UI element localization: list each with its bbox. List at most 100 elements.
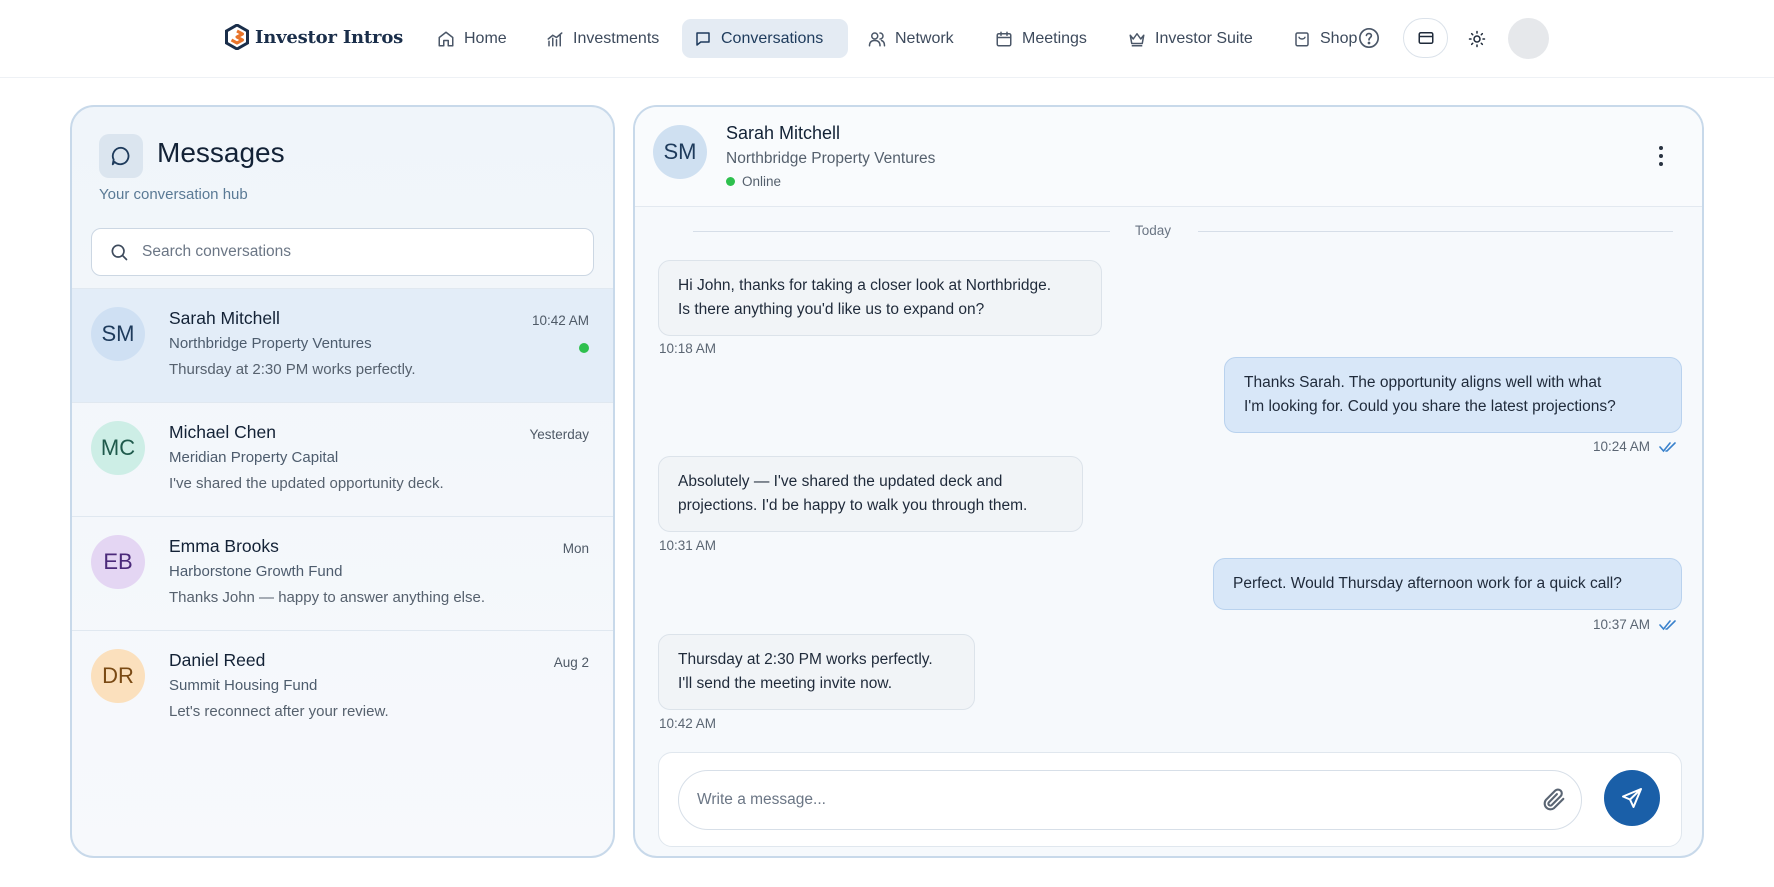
conversation-item[interactable]: DR Daniel Reed Summit Housing Fund Let's… [72, 630, 613, 744]
contact-avatar: SM [653, 125, 707, 179]
contact-company: Meridian Property Capital [169, 449, 339, 466]
avatar: SM [91, 307, 145, 361]
billing-button[interactable] [1403, 18, 1448, 58]
chat-contact-status: Online [726, 174, 781, 189]
nav-investments-label: Investments [573, 29, 660, 47]
time-label: 10:31 AM [659, 538, 717, 553]
search-box[interactable] [91, 228, 594, 276]
message-preview: Let's reconnect after your review. [169, 703, 389, 720]
incoming-message: Absolutely — I've shared the updated dec… [658, 456, 1083, 532]
message-time: 10:37 AM [1593, 617, 1677, 632]
double-check-icon [1659, 441, 1676, 452]
send-button[interactable] [1604, 770, 1660, 826]
double-check-icon [1659, 619, 1676, 630]
message-time: 10:31 AM [659, 538, 716, 553]
chat-panel: SM Sarah Mitchell Northbridge Property V… [633, 105, 1704, 858]
attach-button[interactable] [1540, 786, 1568, 814]
sun-icon [1468, 30, 1486, 48]
chat-icon [696, 31, 710, 46]
profile-avatar[interactable] [1508, 18, 1549, 59]
contact-name: Michael Chen [169, 422, 276, 442]
message-line: I'll send the meeting invite now. [678, 675, 893, 692]
message-line: I'm looking for. Could you share the lat… [1244, 398, 1616, 415]
nav-conversations-label: Conversations [721, 29, 824, 47]
chat-contact-name: Sarah Mitchell [726, 123, 841, 143]
message-preview: Thanks John — happy to answer anything e… [169, 589, 486, 606]
app-name: Investor Intros [255, 26, 404, 48]
contact-company: Harborstone Growth Fund [169, 563, 343, 580]
credit-card-icon [1418, 32, 1433, 44]
home-icon [438, 31, 454, 46]
contact-name: Daniel Reed [169, 650, 266, 670]
outgoing-message: Thanks Sarah. The opportunity aligns wel… [1224, 357, 1682, 433]
paperclip-icon [1543, 788, 1565, 811]
avatar: MC [91, 421, 145, 475]
search-icon [111, 244, 128, 261]
message-time: 10:42 AM [659, 716, 716, 731]
status-label: Online [742, 174, 782, 189]
message-input[interactable] [697, 791, 1517, 809]
contact-company: Summit Housing Fund [169, 677, 318, 694]
contact-name: Sarah Mitchell [169, 308, 280, 328]
messages-sidebar: Messages Your conversation hub SM Sarah … [70, 105, 615, 858]
nav-network[interactable]: Network [856, 19, 966, 58]
nav-meetings[interactable]: Meetings [983, 19, 1099, 58]
app-logo[interactable]: Investor Intros [225, 24, 403, 50]
time-label: 10:24 AM [1592, 439, 1650, 454]
nav-investments[interactable]: Investments [534, 19, 671, 58]
divider-line [1198, 231, 1673, 232]
message-line: Is there anything you'd like us to expan… [678, 301, 985, 318]
top-navigation: Investor Intros Home Investments Convers… [0, 0, 1774, 78]
conversation-time: 10:42 AM [531, 313, 589, 328]
message-line: Perfect. Would Thursday afternoon work f… [1233, 575, 1622, 592]
message-line: Thursday at 2:30 PM works perfectly. [678, 651, 933, 668]
message-preview: I've shared the updated opportunity deck… [169, 475, 444, 492]
message-line: projections. I'd be happy to walk you th… [678, 497, 1028, 514]
incoming-message: Hi John, thanks for taking a closer look… [658, 260, 1102, 336]
message-composer [658, 752, 1682, 847]
shopping-bag-icon [1295, 31, 1309, 46]
day-divider: Today [693, 221, 1673, 241]
nav-investor-suite[interactable]: Investor Suite [1116, 19, 1265, 58]
message-time: 10:24 AM [1593, 439, 1677, 454]
help-icon[interactable] [1358, 27, 1380, 49]
contact-company: Northbridge Property Ventures [169, 335, 372, 352]
conversation-item[interactable]: EB Emma Brooks Harborstone Growth Fund T… [72, 516, 613, 630]
message-line: Thanks Sarah. The opportunity aligns wel… [1244, 374, 1602, 391]
time-label: 10:18 AM [659, 341, 717, 356]
online-indicator [726, 177, 735, 186]
conversation-time: Yesterday [529, 427, 589, 442]
conversation-time: Mon [562, 541, 589, 556]
contact-name: Emma Brooks [169, 536, 279, 556]
nav-meetings-label: Meetings [1022, 29, 1087, 47]
time-label: 10:42 AM [659, 716, 717, 731]
message-preview: Thursday at 2:30 PM works perfectly. [169, 361, 416, 378]
message-field[interactable] [678, 770, 1582, 830]
users-icon [868, 31, 886, 46]
nav-home-label: Home [464, 29, 507, 47]
theme-toggle[interactable] [1464, 26, 1490, 52]
message-time: 10:18 AM [659, 341, 716, 356]
nav-conversations[interactable]: Conversations [682, 19, 848, 58]
chat-bubble-icon [111, 146, 130, 166]
incoming-message: Thursday at 2:30 PM works perfectly. I'l… [658, 634, 975, 710]
avatar: EB [91, 535, 145, 589]
conversation-item[interactable]: MC Michael Chen Meridian Property Capita… [72, 402, 613, 516]
vertical-dots-icon [1659, 146, 1663, 166]
messages-subtitle: Your conversation hub [99, 186, 248, 203]
send-icon [1622, 788, 1642, 808]
message-line: Hi John, thanks for taking a closer look… [678, 277, 1052, 294]
outgoing-message: Perfect. Would Thursday afternoon work f… [1213, 558, 1682, 610]
message-line: Absolutely — I've shared the updated dec… [678, 473, 1003, 490]
nav-investor-suite-label: Investor Suite [1155, 29, 1253, 47]
avatar: DR [91, 649, 145, 703]
conversation-item[interactable]: SM Sarah Mitchell Northbridge Property V… [72, 288, 613, 402]
nav-home[interactable]: Home [425, 19, 519, 58]
hexagon-logo-icon [225, 24, 249, 50]
more-options-button[interactable] [1658, 145, 1664, 167]
online-indicator [579, 343, 589, 353]
search-input[interactable] [142, 243, 562, 261]
conversation-list: SM Sarah Mitchell Northbridge Property V… [72, 288, 613, 744]
calendar-icon [996, 31, 1012, 46]
nav-shop[interactable]: Shop [1281, 19, 1359, 58]
